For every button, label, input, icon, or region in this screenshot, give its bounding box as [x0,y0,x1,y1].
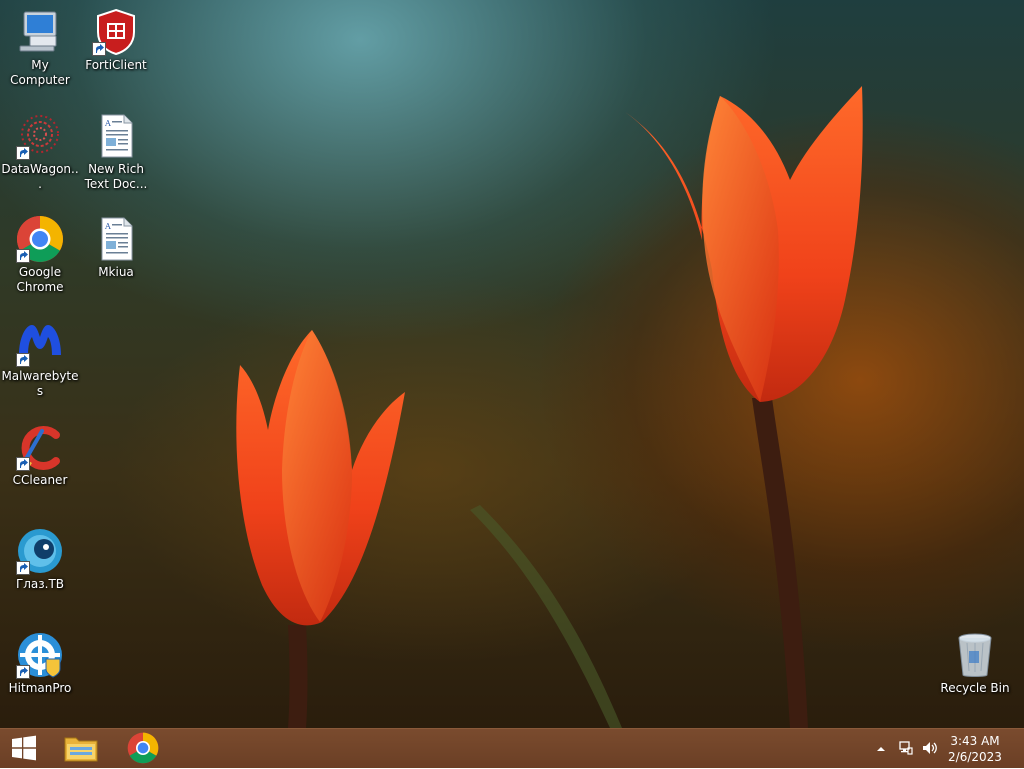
desktop-icon-forticlient[interactable]: FortiClient [76,8,156,73]
windows-logo-icon [11,735,37,764]
taskbar-chrome-button[interactable] [118,729,168,769]
desktop-icon-recycle-bin[interactable]: Recycle Bin [935,631,1015,696]
file-explorer-icon [64,733,98,766]
svg-text:A: A [104,222,111,231]
shortcut-arrow-icon [16,353,30,367]
hitmanpro-icon [16,631,64,679]
desktop-icon-label: My Computer [10,58,70,87]
show-hidden-icons-icon [876,742,886,756]
svg-text:A: A [104,119,111,128]
shortcut-arrow-icon [16,665,30,679]
desktop-icon-new-rich-text-doc[interactable]: A New Rich Text Doc... [76,112,156,192]
shortcut-arrow-icon [16,561,30,575]
show-hidden-icons-button[interactable] [872,729,890,769]
taskbar-clock[interactable]: 3:43 AM 2/6/2023 [940,733,1010,765]
malwarebytes-icon [16,319,64,367]
ccleaner-icon [16,423,64,471]
chrome-icon [127,732,159,767]
taskbar: 3:43 AM 2/6/2023 [0,728,1024,768]
clock-date: 2/6/2023 [948,750,1002,764]
desktop-icon-label: Mkiua [98,265,134,279]
clock-time: 3:43 AM [950,734,1000,748]
start-button[interactable] [0,729,48,769]
desktop-icon-label: Google Chrome [16,265,64,294]
volume-button[interactable] [919,729,941,769]
computer-icon [16,8,64,56]
desktop[interactable]: My Computer FortiClient DataWagon... A N… [0,0,1024,728]
forticlient-shield-icon [92,8,140,56]
desktop-icon-label: Recycle Bin [940,681,1010,695]
desktop-icon-label: CCleaner [12,473,68,487]
glaz-tv-icon [16,527,64,575]
desktop-icon-label: Malwarebytes [1,369,79,398]
desktop-icon-mkiua[interactable]: A Mkiua [76,215,156,280]
desktop-icon-label: HitmanPro [8,681,72,695]
shortcut-arrow-icon [16,249,30,263]
desktop-icon-label: Глаз.ТВ [15,577,65,591]
desktop-icon-my-computer[interactable]: My Computer [0,8,80,88]
shortcut-arrow-icon [16,457,30,471]
rich-text-document-icon: A [92,215,140,263]
network-status-button[interactable] [895,729,917,769]
taskbar-file-explorer-button[interactable] [56,729,106,769]
desktop-icon-ccleaner[interactable]: CCleaner [0,423,80,488]
wallpaper-tulips [236,86,863,728]
chrome-icon [16,215,64,263]
desktop-icon-google-chrome[interactable]: Google Chrome [0,215,80,295]
desktop-icon-hitmanpro[interactable]: HitmanPro [0,631,80,696]
shortcut-arrow-icon [92,42,106,56]
desktop-icon-malwarebytes[interactable]: Malwarebytes [0,319,80,399]
shortcut-arrow-icon [16,146,30,160]
desktop-icon-label: DataWagon... [1,162,79,191]
rich-text-document-icon: A [92,112,140,160]
network-icon [898,740,914,759]
recycle-bin-icon [951,631,999,679]
datawagon-icon [16,112,64,160]
desktop-icon-label: New Rich Text Doc... [84,162,148,191]
volume-icon [921,740,939,759]
desktop-icon-glaz-tv[interactable]: Глаз.ТВ [0,527,80,592]
desktop-icon-datawagon[interactable]: DataWagon... [0,112,80,192]
desktop-icon-label: FortiClient [85,58,147,72]
